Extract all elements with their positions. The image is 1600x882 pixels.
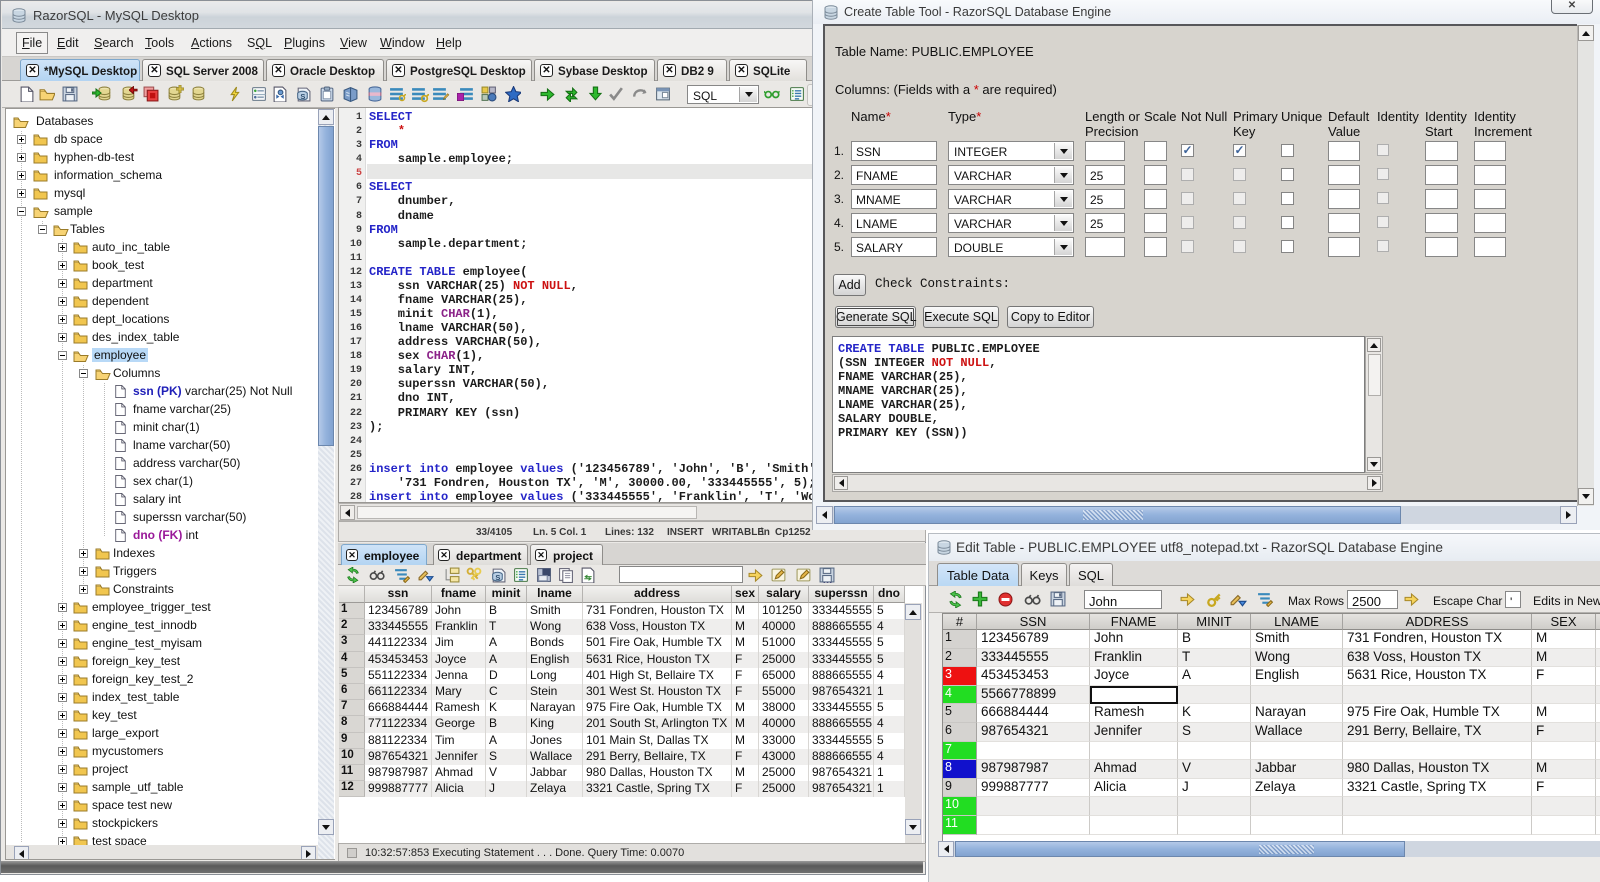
svg-text:S: S — [300, 92, 305, 101]
svg-text:S: S — [495, 573, 500, 582]
